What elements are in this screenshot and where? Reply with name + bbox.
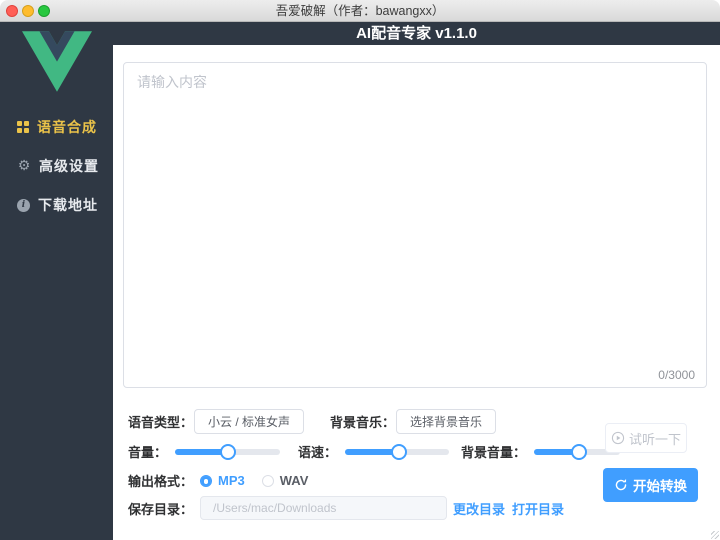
save-dir-input[interactable]: [200, 496, 448, 520]
save-dir-label: 保存目录：: [128, 501, 194, 517]
save-dir-row: 保存目录： 更改目录 打开目录: [128, 496, 564, 520]
output-format-row: 输出格式： MP3 WAV: [128, 471, 308, 490]
resize-grip[interactable]: [711, 531, 719, 539]
sidebar-item-label: 语音合成: [37, 119, 97, 135]
refresh-icon: [615, 479, 627, 491]
play-icon: [611, 431, 625, 445]
content-input[interactable]: [123, 62, 707, 388]
radio-wav[interactable]: [261, 474, 274, 487]
grid-icon: [17, 121, 29, 133]
sidebar-item-advanced-settings[interactable]: ⚙ 高级设置: [0, 154, 113, 178]
preview-button[interactable]: 试听一下: [605, 423, 687, 453]
bg-music-label: 背景音乐：: [330, 415, 396, 430]
sidebar-item-download-address[interactable]: i 下载地址: [0, 193, 113, 217]
volume-slider[interactable]: [175, 443, 281, 460]
gear-icon: ⚙: [17, 158, 31, 174]
titlebar[interactable]: 吾爱破解（作者：bawangxx）: [0, 0, 720, 22]
convert-button[interactable]: 开始转换: [603, 468, 698, 502]
main-panel: 0/3000 语音类型： 小云 / 标准女声 背景音乐： 选择背景音乐 音量： …: [113, 45, 720, 540]
info-icon: i: [17, 198, 30, 212]
char-counter: 0/3000: [656, 368, 697, 382]
speed-slider-handle[interactable]: [391, 443, 408, 460]
vue-logo-icon: [21, 31, 92, 92]
output-format-label: 输出格式：: [128, 474, 194, 489]
radio-wav-label[interactable]: WAV: [280, 473, 309, 488]
content-editor: 0/3000: [123, 62, 707, 388]
open-dir-link[interactable]: 打开目录: [512, 499, 564, 518]
sidebar-menu: 语音合成 ⚙ 高级设置 i 下载地址: [0, 115, 113, 217]
speed-slider[interactable]: [345, 443, 450, 460]
voice-type-label: 语音类型：: [128, 415, 194, 430]
bg-volume-label: 背景音量：: [461, 445, 527, 460]
voice-type-row: 语音类型： 小云 / 标准女声 背景音乐： 选择背景音乐: [128, 409, 497, 434]
sidebar-item-voice-synthesis[interactable]: 语音合成: [0, 115, 113, 139]
convert-button-label: 开始转换: [633, 479, 687, 494]
radio-mp3-label[interactable]: MP3: [218, 473, 245, 488]
sliders-row: 音量： 语速： 背景音量：: [128, 442, 621, 461]
voice-type-button[interactable]: 小云 / 标准女声: [194, 409, 305, 434]
volume-label: 音量：: [128, 445, 168, 460]
preview-button-label: 试听一下: [628, 431, 681, 447]
bg-music-button[interactable]: 选择背景音乐: [396, 409, 497, 434]
sidebar: 语音合成 ⚙ 高级设置 i 下载地址: [0, 22, 113, 540]
window-title: 吾爱破解（作者：bawangxx）: [275, 4, 445, 18]
app-window: 吾爱破解（作者：bawangxx） AI配音专家 v1.1.0 语音合成 ⚙ 高…: [0, 0, 720, 540]
app-title: AI配音专家 v1.1.0: [356, 25, 477, 42]
speed-label: 语速：: [298, 445, 338, 460]
bg-volume-slider-handle[interactable]: [570, 443, 587, 460]
radio-mp3[interactable]: [200, 474, 213, 487]
sidebar-item-label: 高级设置: [39, 158, 99, 174]
sidebar-item-label: 下载地址: [38, 197, 98, 213]
change-dir-link[interactable]: 更改目录: [453, 499, 505, 518]
volume-slider-handle[interactable]: [219, 443, 236, 460]
